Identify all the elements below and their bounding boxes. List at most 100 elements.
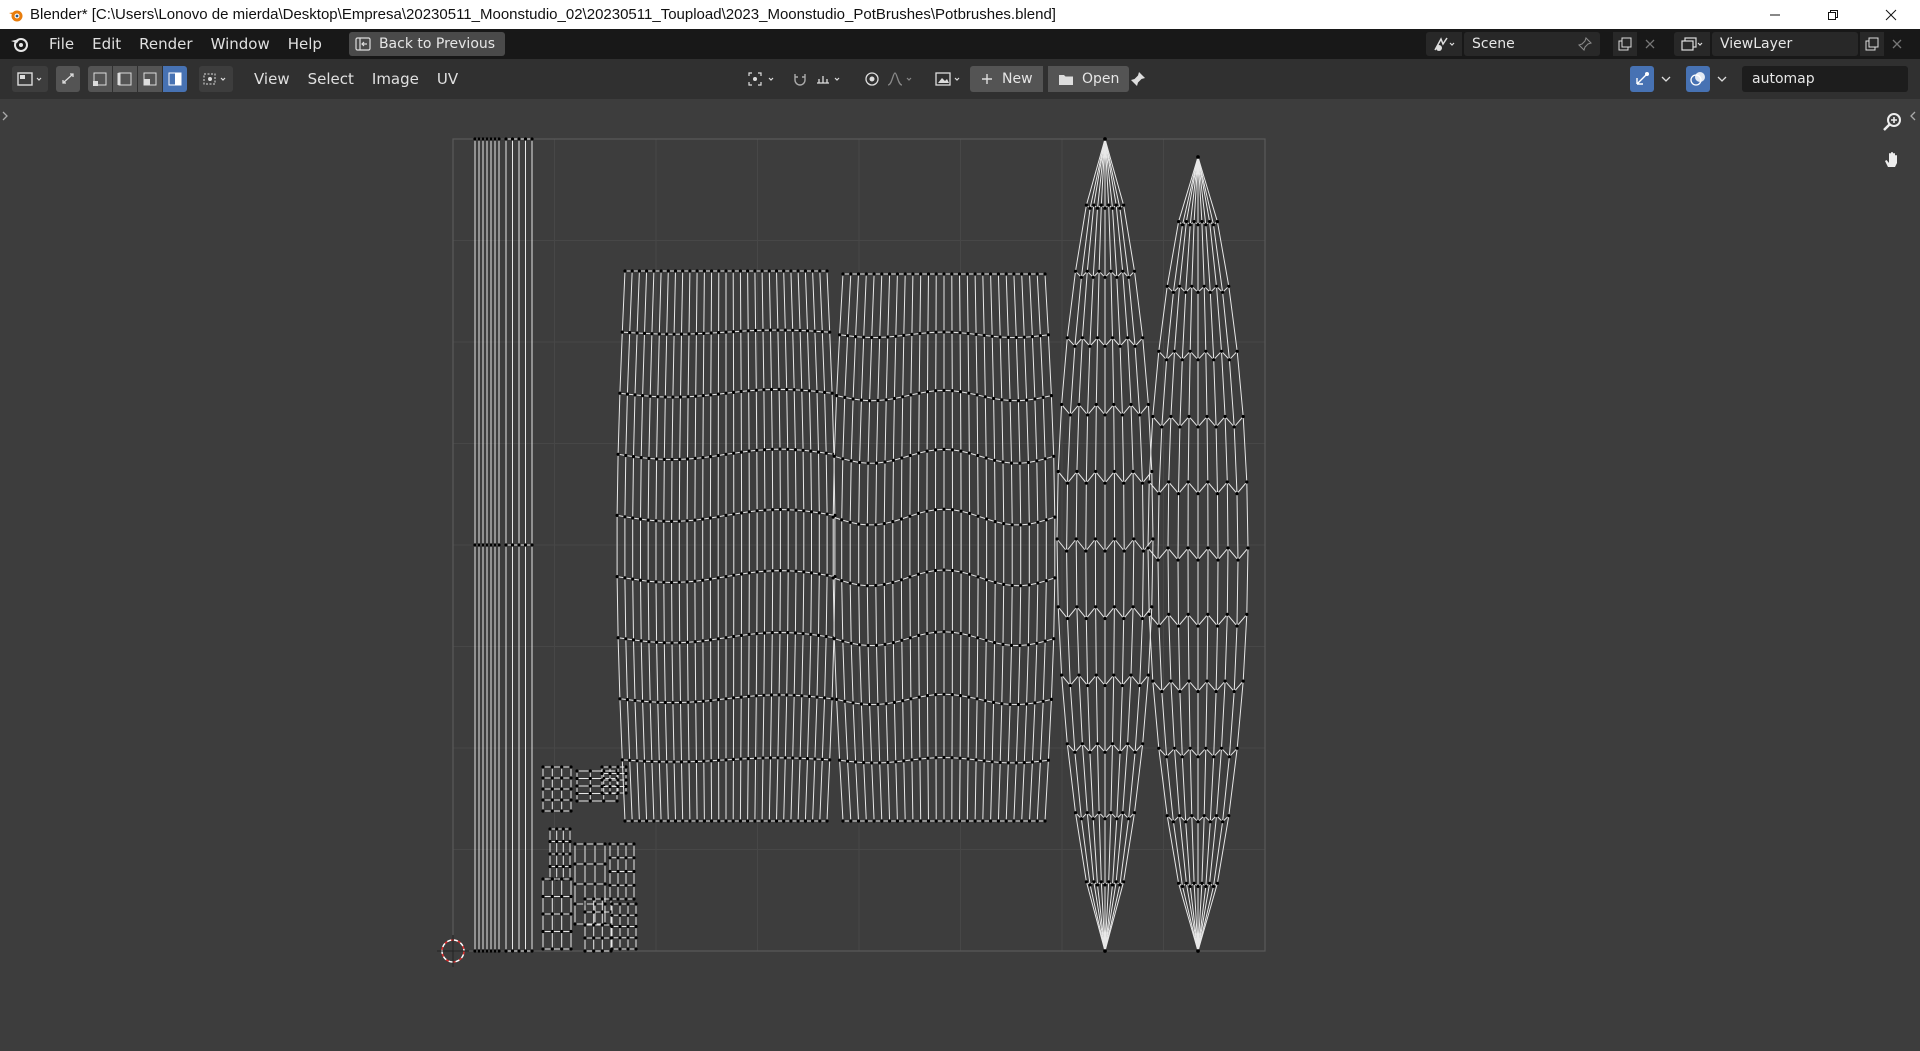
- menu-file[interactable]: File: [40, 29, 83, 59]
- uv-island-cylinder-1[interactable]: [615, 269, 837, 823]
- new-scene-button[interactable]: [1613, 32, 1637, 56]
- falloff-curve-icon: [887, 72, 912, 86]
- restore-button[interactable]: [1804, 0, 1862, 29]
- window-titlebar: Blender* [C:\Users\Lonovo de mierda\Desk…: [0, 0, 1920, 29]
- 2d-cursor[interactable]: [437, 935, 469, 967]
- sticky-select-icon: [203, 73, 226, 85]
- new-view-layer-button[interactable]: [1860, 32, 1884, 56]
- uv-island-small-4[interactable]: [548, 827, 572, 881]
- pivot-point-button[interactable]: [744, 66, 780, 92]
- proportional-editing-button[interactable]: [860, 66, 884, 92]
- edge-select-icon: [117, 72, 132, 86]
- proportional-falloff-button[interactable]: [886, 66, 918, 92]
- chevron-down-icon: [1717, 76, 1727, 82]
- image-name: automap: [1752, 71, 1815, 87]
- duplicate-icon: [1618, 37, 1632, 51]
- view-layer-browse-button[interactable]: [1674, 32, 1710, 56]
- uv-island-small-9[interactable]: [610, 902, 638, 951]
- uv-island-small-1[interactable]: [541, 765, 573, 813]
- menu-edit[interactable]: Edit: [83, 29, 130, 59]
- uv-sync-selection-button[interactable]: [56, 66, 80, 92]
- select-mode-edge-button[interactable]: [113, 66, 137, 92]
- menu-window[interactable]: Window: [202, 29, 279, 59]
- overlay-options-button[interactable]: [1712, 66, 1732, 92]
- uv-canvas[interactable]: [0, 99, 1920, 1051]
- pin-icon[interactable]: [1578, 37, 1592, 51]
- menu-select[interactable]: Select: [299, 70, 363, 88]
- pan-view-button[interactable]: [1877, 145, 1907, 175]
- scene-icon: [1434, 37, 1455, 51]
- snap-target-button[interactable]: [814, 66, 846, 92]
- select-mode-face-button[interactable]: [138, 66, 162, 92]
- face-select-icon: [143, 72, 157, 86]
- delete-view-layer-button[interactable]: [1886, 32, 1908, 56]
- snap-toggle-button[interactable]: [788, 66, 812, 92]
- snap-increment-icon: [817, 76, 840, 84]
- menu-render[interactable]: Render: [130, 29, 201, 59]
- uv-island-strip-2[interactable]: [504, 137, 534, 953]
- chevron-down-icon: [1661, 76, 1671, 82]
- pin-image-button[interactable]: [1126, 66, 1150, 92]
- sync-arrows-icon: [62, 73, 74, 84]
- close-icon: [1892, 39, 1902, 49]
- open-image-label: Open: [1082, 71, 1120, 87]
- vertex-select-icon: [93, 72, 107, 86]
- menu-uv[interactable]: UV: [428, 70, 467, 88]
- close-button[interactable]: [1862, 0, 1920, 29]
- image-browse-button[interactable]: [934, 66, 966, 92]
- menu-help[interactable]: Help: [279, 29, 331, 59]
- proportional-icon: [865, 72, 879, 86]
- uv-island-spindle-2[interactable]: [1146, 155, 1250, 953]
- uv-island-cylinder-2[interactable]: [831, 272, 1057, 823]
- minimize-button[interactable]: [1746, 0, 1804, 29]
- render-layers-icon: [1681, 37, 1703, 51]
- back-screen-icon: [355, 37, 371, 51]
- new-image-button[interactable]: New: [970, 66, 1043, 92]
- gizmo-options-button[interactable]: [1656, 66, 1676, 92]
- select-mode-vertex-button[interactable]: [88, 66, 112, 92]
- duplicate-icon: [1865, 37, 1879, 51]
- minimize-icon: [1770, 14, 1780, 15]
- overlay-toggle-button[interactable]: [1686, 66, 1710, 92]
- menu-view[interactable]: View: [245, 70, 299, 88]
- menu-image[interactable]: Image: [363, 70, 428, 88]
- close-icon: [1645, 39, 1655, 49]
- scene-browse-button[interactable]: [1426, 32, 1462, 56]
- sticky-selection-button[interactable]: [199, 66, 233, 92]
- blender-topbar: File Edit Render Window Help Back to Pre…: [0, 29, 1920, 59]
- view-layer-field[interactable]: ViewLayer: [1712, 32, 1858, 56]
- image-name-field[interactable]: automap: [1742, 66, 1908, 92]
- folder-icon: [1059, 75, 1073, 85]
- editor-type-button[interactable]: [12, 66, 48, 92]
- zoom-view-button[interactable]: [1877, 107, 1907, 137]
- image-icon: [935, 72, 960, 86]
- pivot-icon: [748, 72, 774, 86]
- gizmo-icon: [1636, 72, 1649, 85]
- uv-editor-icon: [17, 72, 42, 86]
- scene-name: Scene: [1472, 36, 1515, 52]
- back-to-previous-label: Back to Previous: [378, 36, 496, 52]
- restore-icon: [1828, 9, 1838, 20]
- close-icon: [1885, 9, 1897, 20]
- view-layer-name: ViewLayer: [1720, 36, 1793, 52]
- gizmo-toggle-button[interactable]: [1630, 66, 1654, 92]
- uv-island-small-8[interactable]: [583, 897, 613, 953]
- uv-island-strip-1[interactable]: [473, 137, 501, 953]
- uv-island-small-7[interactable]: [541, 877, 573, 951]
- new-image-label: New: [1002, 71, 1033, 87]
- hand-icon: [1885, 152, 1897, 167]
- select-mode-island-button[interactable]: [163, 66, 187, 92]
- uv-island-small-6[interactable]: [608, 842, 636, 901]
- delete-scene-button[interactable]: [1639, 32, 1661, 56]
- scene-name-field[interactable]: Scene: [1464, 32, 1600, 56]
- plus-icon: [982, 74, 992, 84]
- open-image-button[interactable]: Open: [1048, 66, 1130, 92]
- magnifier-plus-icon: [1883, 113, 1901, 131]
- overlay-icon: [1690, 72, 1705, 86]
- back-to-previous-button[interactable]: Back to Previous: [348, 32, 506, 56]
- pin-icon: [1131, 72, 1145, 86]
- uv-editor-header: View Select Image UV New Open automap: [0, 59, 1920, 99]
- uv-viewport[interactable]: [0, 99, 1920, 1051]
- blender-menu-icon[interactable]: [0, 29, 40, 59]
- blender-logo-icon: [9, 10, 23, 21]
